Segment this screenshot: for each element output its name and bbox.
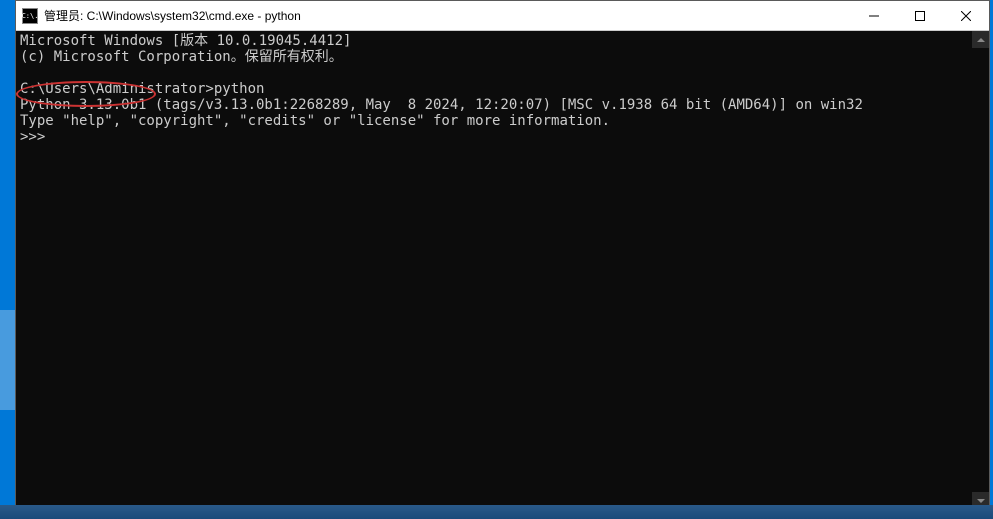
chevron-down-icon (977, 499, 985, 503)
output-line: (c) Microsoft Corporation。保留所有权利。 (20, 49, 343, 65)
close-button[interactable] (943, 1, 989, 30)
window-title: 管理员: C:\Windows\system32\cmd.exe - pytho… (44, 7, 851, 24)
chevron-up-icon (977, 38, 985, 42)
cmd-window: C:\. 管理员: C:\Windows\system32\cmd.exe - … (15, 0, 990, 510)
minimize-icon (869, 11, 879, 21)
minimize-button[interactable] (851, 1, 897, 30)
scroll-up-button[interactable] (972, 31, 989, 48)
terminal-area[interactable]: Microsoft Windows [版本 10.0.19045.4412] (… (16, 31, 989, 509)
titlebar[interactable]: C:\. 管理员: C:\Windows\system32\cmd.exe - … (16, 1, 989, 31)
cmd-icon: C:\. (22, 8, 38, 24)
maximize-button[interactable] (897, 1, 943, 30)
output-line: Microsoft Windows [版本 10.0.19045.4412] (20, 33, 351, 49)
left-window-edge (0, 310, 15, 410)
close-icon (961, 11, 971, 21)
terminal-output: Microsoft Windows [版本 10.0.19045.4412] (… (16, 31, 972, 509)
prompt-line: C:\Users\Administrator>python (20, 81, 264, 97)
window-controls (851, 1, 989, 30)
python-prompt: >>> (20, 129, 45, 145)
maximize-icon (915, 11, 925, 21)
output-line: Type "help", "copyright", "credits" or "… (20, 113, 610, 129)
scroll-track[interactable] (972, 48, 989, 492)
python-version-line: Python 3.13.0b1 (tags/v3.13.0b1:2268289,… (20, 97, 863, 113)
taskbar[interactable] (0, 505, 993, 519)
vertical-scrollbar[interactable] (972, 31, 989, 509)
